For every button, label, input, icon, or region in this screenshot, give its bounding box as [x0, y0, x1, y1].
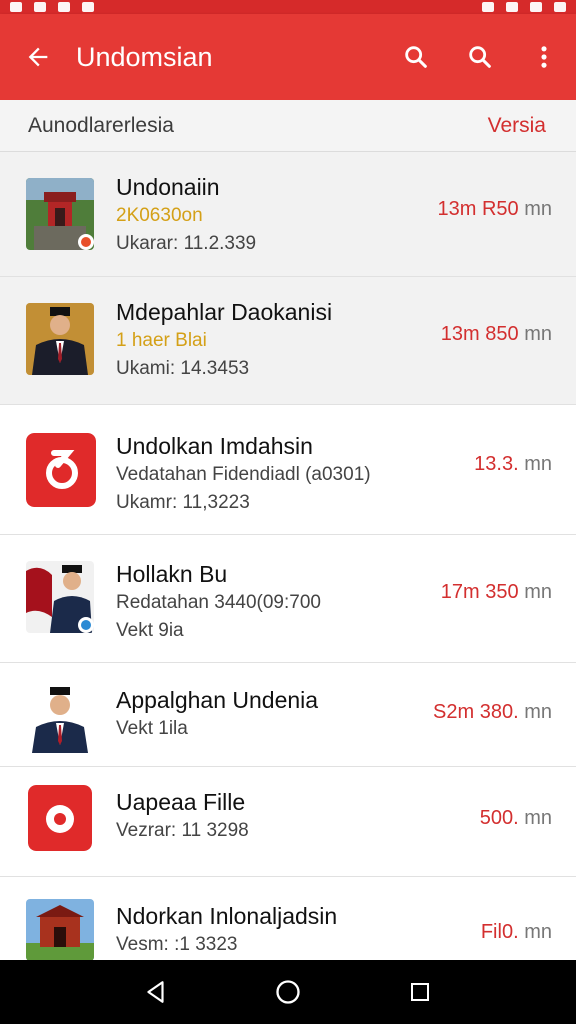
item-meta: S2m 380. mn	[433, 701, 552, 724]
overflow-menu-button[interactable]	[512, 14, 576, 100]
bluetooth-icon	[482, 2, 494, 12]
item-version: Vekt 9ia	[116, 620, 184, 641]
app-thumbnail	[26, 681, 94, 753]
item-size: Fil0.	[480, 921, 519, 943]
item-unit: mn	[524, 198, 552, 220]
item-subtitle: Vesm: :1 3323	[116, 934, 238, 955]
item-meta: 13m R50 mn	[437, 198, 552, 221]
item-subtitle: 2K0630on	[116, 205, 203, 226]
notification-icon	[10, 2, 22, 12]
search-button-secondary[interactable]	[448, 14, 512, 100]
notification-icon	[82, 2, 94, 12]
app-thumbnail	[26, 899, 94, 961]
app-thumbnail	[26, 178, 94, 250]
item-version: Ukamr: 11,3223	[116, 492, 250, 513]
app-list: Undonaiin 2K0630on Ukarar: 11.2.339 13m …	[0, 152, 576, 967]
item-unit: mn	[524, 701, 552, 723]
item-size: 13m R50	[437, 198, 519, 220]
version-link[interactable]: Versia	[488, 114, 546, 138]
item-subtitle: 1 haer Blai	[116, 330, 207, 351]
item-meta: 500. mn	[480, 807, 552, 830]
item-unit: mn	[524, 807, 552, 829]
item-version: Ukami: 14.3453	[116, 358, 250, 379]
system-navigation-bar	[0, 960, 576, 1024]
item-title: Undolkan Imdahsin	[116, 433, 313, 459]
item-subtitle: Vekt 1ila	[116, 718, 188, 739]
signal-icon	[530, 2, 542, 12]
search-icon	[469, 46, 491, 68]
app-thumbnail	[26, 561, 94, 633]
triangle-back-icon	[147, 981, 164, 1003]
arrow-back-icon	[28, 47, 48, 67]
list-item[interactable]: Mdepahlar Daokanisi 1 haer Blai Ukami: 1…	[0, 277, 576, 405]
item-size: 13m 850	[440, 323, 519, 345]
notification-icon	[58, 2, 70, 12]
section-header: Aunodlarerlesia Versia	[0, 100, 576, 152]
item-title: Mdepahlar Daokanisi	[116, 299, 333, 325]
item-unit: mn	[524, 581, 552, 603]
item-meta: Fil0. mn	[481, 921, 552, 944]
section-title: Aunodlarerlesia	[28, 113, 174, 137]
item-version: Ukarar: 11.2.339	[116, 233, 257, 254]
notification-icon	[34, 2, 46, 12]
app-bar: Undomsian	[0, 14, 576, 100]
item-title: Ndorkan Inlonaljadsin	[116, 903, 338, 929]
app-thumbnail	[26, 433, 96, 507]
more-vert-icon	[541, 46, 547, 68]
nav-recents-button[interactable]	[390, 960, 450, 1024]
nav-home-button[interactable]	[258, 960, 318, 1024]
item-title: Appalghan Undenia	[116, 687, 319, 713]
item-title: Hollakn Bu	[116, 561, 228, 587]
circle-home-icon	[276, 980, 300, 1004]
list-item[interactable]: Hollakn Bu Redatahan 3440(09:700 Vekt 9i…	[0, 535, 576, 663]
search-button[interactable]	[384, 14, 448, 100]
item-subtitle: Redatahan 3440(09:700	[116, 592, 321, 613]
item-title: Undonaiin	[116, 174, 220, 200]
list-item[interactable]: Uapeaa Fille Vezrar: 11 3298 500. mn	[0, 767, 576, 877]
list-item[interactable]: Ndorkan Inlonaljadsin Vesm: :1 3323 Fil0…	[0, 877, 576, 967]
wifi-icon	[506, 2, 518, 12]
item-unit: mn	[524, 921, 552, 943]
app-thumbnail	[26, 303, 94, 375]
battery-icon	[554, 2, 566, 12]
item-title: Uapeaa Fille	[116, 789, 246, 815]
square-recents-icon	[411, 983, 429, 1001]
item-size: 13.3.	[474, 453, 519, 475]
item-meta: 17m 350 mn	[441, 581, 552, 604]
item-size: S2m 380.	[433, 701, 519, 723]
item-size: 17m 350	[440, 581, 519, 603]
back-button[interactable]	[0, 14, 76, 100]
status-bar	[0, 0, 576, 14]
item-unit: mn	[524, 453, 552, 475]
item-size: 500.	[479, 807, 519, 829]
page-title: Undomsian	[76, 41, 213, 72]
item-meta: 13.3. mn	[474, 453, 552, 476]
item-subtitle: Vedatahan Fidendiadl (a0301)	[116, 464, 371, 485]
list-item[interactable]: Undolkan Imdahsin Vedatahan Fidendiadl (…	[0, 405, 576, 535]
item-unit: mn	[524, 323, 552, 345]
search-icon	[405, 46, 427, 68]
item-subtitle: Vezrar: 11 3298	[116, 820, 249, 841]
list-item[interactable]: Undonaiin 2K0630on Ukarar: 11.2.339 13m …	[0, 152, 576, 277]
app-thumbnail	[28, 785, 92, 851]
nav-back-button[interactable]	[126, 960, 186, 1024]
list-item[interactable]: Appalghan Undenia Vekt 1ila S2m 380. mn	[0, 663, 576, 767]
item-meta: 13m 850 mn	[441, 323, 552, 346]
